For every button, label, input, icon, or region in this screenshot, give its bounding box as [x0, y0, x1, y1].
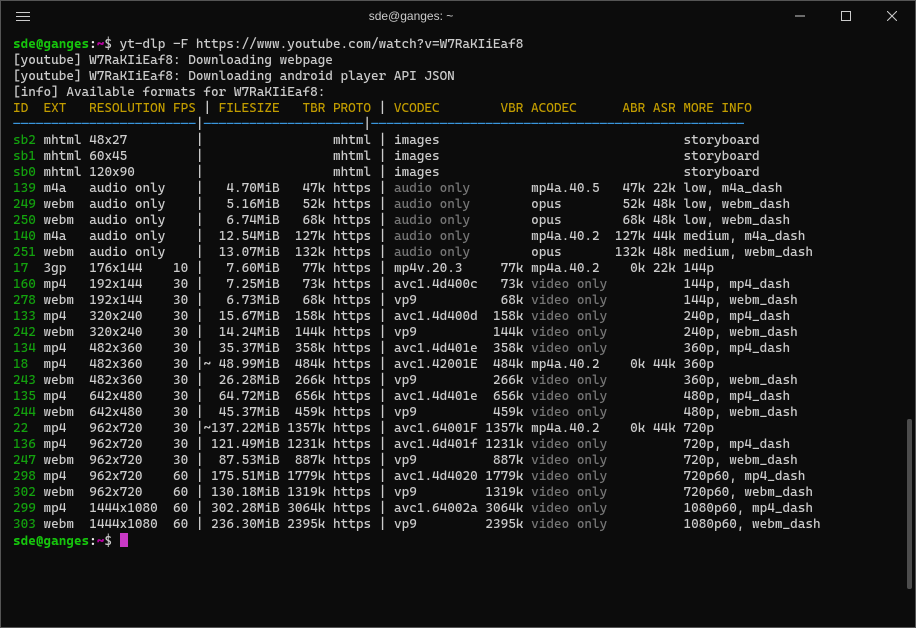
format-row: 299 mp4 1444x1080 60 | 302.28MiB 3064k h…	[13, 501, 903, 517]
format-row: sb1 mhtml 60x45 | mhtml | images storybo…	[13, 149, 903, 165]
format-row: 303 webm 1444x1080 60 | 236.30MiB 2395k …	[13, 517, 903, 533]
format-row: 247 webm 962x720 30 | 87.53MiB 887k http…	[13, 453, 903, 469]
format-row: 140 m4a audio only | 12.54MiB 127k https…	[13, 229, 903, 245]
format-row: 302 webm 962x720 60 | 130.18MiB 1319k ht…	[13, 485, 903, 501]
hamburger-menu[interactable]	[1, 9, 45, 24]
format-row: 251 webm audio only | 13.07MiB 132k http…	[13, 245, 903, 261]
format-row: 136 mp4 962x720 30 | 121.49MiB 1231k htt…	[13, 437, 903, 453]
format-row: 17 3gp 176x144 10 | 7.60MiB 77k https | …	[13, 261, 903, 277]
format-row: sb2 mhtml 48x27 | mhtml | images storybo…	[13, 133, 903, 149]
format-row: 278 webm 192x144 30 | 6.73MiB 68k https …	[13, 293, 903, 309]
format-row: 134 mp4 482x360 30 | 35.37MiB 358k https…	[13, 341, 903, 357]
format-row: 298 mp4 962x720 60 | 175.51MiB 1779k htt…	[13, 469, 903, 485]
format-row: 249 webm audio only | 5.16MiB 52k https …	[13, 197, 903, 213]
minimize-button[interactable]	[777, 1, 823, 31]
format-row: 133 mp4 320x240 30 | 15.67MiB 158k https…	[13, 309, 903, 325]
format-row: 135 mp4 642x480 30 | 64.72MiB 656k https…	[13, 389, 903, 405]
format-row: sb0 mhtml 120x90 | mhtml | images storyb…	[13, 165, 903, 181]
window-title: sde@ganges: ~	[45, 9, 777, 23]
format-row: 244 webm 642x480 30 | 45.37MiB 459k http…	[13, 405, 903, 421]
titlebar: sde@ganges: ~	[1, 1, 915, 31]
format-row: 160 mp4 192x144 30 | 7.25MiB 73k https |…	[13, 277, 903, 293]
close-button[interactable]	[869, 1, 915, 31]
format-row: 243 webm 482x360 30 | 26.28MiB 266k http…	[13, 373, 903, 389]
format-row: 242 webm 320x240 30 | 14.24MiB 144k http…	[13, 325, 903, 341]
format-row: 22 mp4 962x720 30 |~137.22MiB 1357k http…	[13, 421, 903, 437]
format-row: 18 mp4 482x360 30 |~ 48.99MiB 484k https…	[13, 357, 903, 373]
maximize-button[interactable]	[823, 1, 869, 31]
format-row: 250 webm audio only | 6.74MiB 68k https …	[13, 213, 903, 229]
terminal-output[interactable]: sde@ganges:~$ yt-dlp -F https://www.yout…	[1, 31, 915, 550]
format-row: 139 m4a audio only | 4.70MiB 47k https |…	[13, 181, 903, 197]
scrollbar[interactable]	[907, 419, 912, 589]
cursor	[120, 533, 128, 547]
